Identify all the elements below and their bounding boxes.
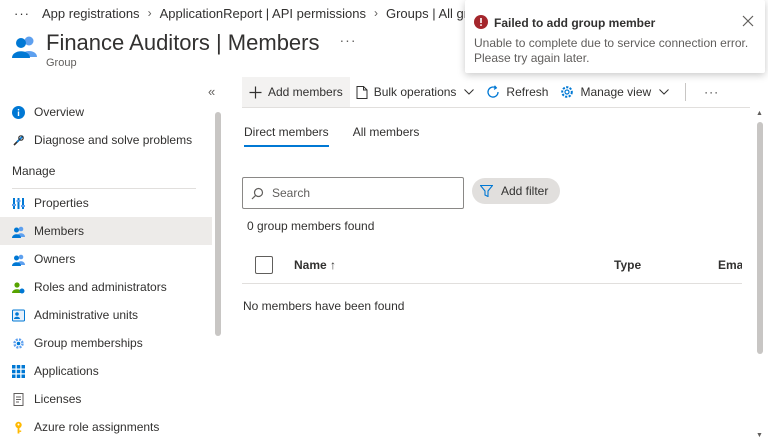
sidebar: Overview Diagnose and solve problems Man… (0, 98, 212, 441)
toolbar-divider (685, 83, 687, 101)
error-icon (474, 15, 488, 29)
column-header-type[interactable]: Type (614, 258, 641, 272)
search-icon (251, 187, 264, 199)
sidebar-item-label: Diagnose and solve problems (34, 133, 193, 147)
sidebar-item-licenses[interactable]: Licenses (0, 385, 212, 413)
sidebar-item-members[interactable]: Members (0, 217, 212, 245)
info-icon (12, 105, 25, 119)
sidebar-item-label: Members (34, 224, 85, 238)
apps-grid-icon (12, 364, 25, 378)
admin-units-icon (12, 309, 25, 322)
scroll-up-icon[interactable]: ▲ (756, 110, 763, 117)
toolbar-more-button[interactable]: ··· (698, 85, 725, 99)
scroll-down-icon[interactable]: ▼ (756, 432, 763, 439)
refresh-icon (486, 85, 500, 99)
bulk-operations-label: Bulk operations (373, 85, 457, 99)
members-icon (12, 225, 25, 238)
sidebar-item-label: Owners (34, 252, 76, 266)
add-members-button[interactable]: Add members (242, 77, 350, 107)
column-header-email[interactable]: Email (718, 258, 742, 272)
sidebar-item-label: Licenses (34, 392, 82, 406)
gear-icon (12, 337, 25, 350)
tab-all-members[interactable]: All members (353, 125, 420, 147)
empty-state-text: No members have been found (243, 299, 405, 313)
sidebar-item-overview[interactable]: Overview (0, 98, 212, 126)
select-all-checkbox[interactable] (255, 256, 273, 274)
wrench-icon (12, 134, 25, 147)
notification-title: Failed to add group member (494, 16, 656, 30)
page-subtitle: Group (46, 57, 77, 69)
result-count: 0 group members found (247, 219, 375, 233)
sidebar-item-label: Roles and administrators (34, 280, 167, 294)
notification-message: Unable to complete due to service connec… (474, 36, 749, 65)
license-icon (12, 392, 25, 406)
bulk-operations-button[interactable]: Bulk operations (350, 77, 481, 107)
sidebar-item-azure-role-assignments[interactable]: Azure role assignments (0, 413, 212, 441)
chevron-right-icon: › (373, 6, 378, 20)
sidebar-item-admin-units[interactable]: Administrative units (0, 301, 212, 329)
refresh-label: Refresh (506, 85, 549, 99)
header-more-button[interactable]: ··· (340, 32, 357, 48)
document-icon (356, 85, 368, 99)
filter-icon (480, 185, 493, 197)
sidebar-item-properties[interactable]: Properties (0, 189, 212, 217)
sidebar-item-label: Overview (34, 105, 85, 119)
sidebar-item-group-memberships[interactable]: Group memberships (0, 329, 212, 357)
sidebar-item-diagnose[interactable]: Diagnose and solve problems (0, 126, 212, 154)
breadcrumb: ··· App registrations › ApplicationRepor… (14, 5, 483, 21)
add-members-label: Add members (268, 85, 343, 99)
gear-icon (560, 85, 574, 99)
chevron-down-icon (659, 89, 670, 95)
add-filter-label: Add filter (501, 184, 549, 198)
breadcrumb-app-registrations[interactable]: App registrations (42, 6, 140, 21)
search-input[interactable] (272, 186, 452, 200)
page-header: Finance Auditors | Members ··· Group (12, 30, 357, 69)
sidebar-item-label: Administrative units (34, 308, 139, 322)
command-bar: Add members Bulk operations Refresh Mana… (242, 77, 725, 107)
sidebar-item-label: Azure role assignments (34, 420, 160, 434)
sidebar-item-label: Applications (34, 364, 99, 378)
column-header-name[interactable]: Name ↑ (294, 258, 336, 272)
toolbar-divider-line (242, 107, 750, 108)
key-icon (12, 421, 25, 434)
breadcrumb-api-permissions[interactable]: ApplicationReport | API permissions (160, 6, 366, 21)
sidebar-scrollbar[interactable] (215, 112, 221, 336)
sidebar-item-owners[interactable]: Owners (0, 245, 212, 273)
members-table-header: Name ↑ Type Email (242, 248, 742, 284)
manage-view-button[interactable]: Manage view (554, 77, 675, 107)
sidebar-section-manage: Manage (12, 164, 56, 178)
sidebar-item-applications[interactable]: Applications (0, 357, 212, 385)
owners-icon (12, 253, 25, 266)
chevron-down-icon (464, 89, 475, 95)
refresh-button[interactable]: Refresh (480, 77, 554, 107)
sidebar-item-label: Properties (34, 196, 89, 210)
collapse-sidebar-icon[interactable]: « (208, 84, 215, 99)
main-scrollbar[interactable] (757, 122, 763, 354)
sidebar-item-label: Group memberships (34, 336, 143, 350)
add-filter-button[interactable]: Add filter (472, 178, 561, 204)
close-icon[interactable] (741, 14, 755, 28)
member-tabs: Direct members All members (244, 125, 443, 147)
sidebar-item-roles[interactable]: Roles and administrators (0, 273, 212, 301)
chevron-right-icon: › (147, 6, 152, 20)
plus-icon (249, 86, 262, 99)
tab-direct-members[interactable]: Direct members (244, 125, 329, 147)
search-box[interactable] (242, 177, 464, 209)
page-title: Finance Auditors | Members (46, 30, 320, 55)
error-notification: Failed to add group member Unable to com… (465, 0, 765, 73)
properties-icon (12, 197, 25, 210)
group-icon (12, 36, 37, 58)
roles-icon (12, 281, 25, 294)
manage-view-label: Manage view (580, 85, 652, 99)
breadcrumb-more[interactable]: ··· (14, 6, 30, 21)
